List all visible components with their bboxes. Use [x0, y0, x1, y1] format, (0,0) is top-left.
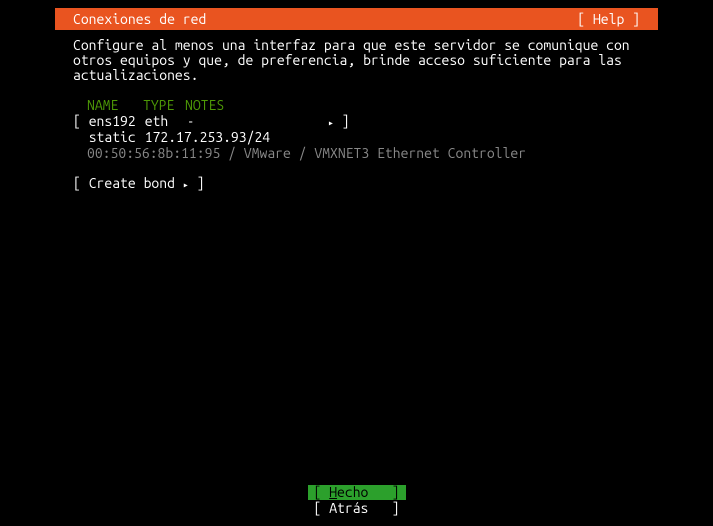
- done-label-hotkey: H: [329, 484, 337, 500]
- back-label: Atrás: [329, 500, 368, 516]
- interface-notes: -: [187, 113, 195, 129]
- interface-row[interactable]: [ ens192eth- ▸ ]: [73, 113, 658, 129]
- bracket-close: ]: [334, 113, 350, 129]
- bracket-open: [: [73, 175, 89, 191]
- bracket-open: [: [73, 113, 89, 129]
- spacer: [195, 113, 328, 129]
- bracket-close: ]: [189, 175, 205, 191]
- bracket-close: ]: [392, 485, 406, 500]
- interface-name: ens192: [89, 113, 145, 129]
- bracket-open: [: [314, 484, 330, 500]
- interface-type: eth: [145, 113, 187, 129]
- create-bond-label: Create bond: [89, 175, 175, 191]
- indent: [73, 129, 89, 145]
- col-header-type: TYPE: [143, 97, 185, 113]
- col-header-name: NAME: [87, 97, 143, 113]
- table-header: NAMETYPENOTES: [87, 97, 658, 113]
- addr-value: 172.17.253.93/24: [145, 129, 270, 145]
- bracket-open: [: [314, 500, 330, 516]
- header-bar: Conexiones de red [ Help ]: [55, 8, 658, 30]
- addr-label: static: [89, 129, 145, 145]
- footer: [ Hecho] [ Atrás]: [0, 484, 713, 516]
- bracket-close: ]: [392, 501, 406, 516]
- description-text: Configure al menos una interfaz para que…: [73, 38, 658, 83]
- back-button[interactable]: [ Atrás]: [308, 501, 406, 516]
- main-content: Configure al menos una interfaz para que…: [73, 38, 658, 191]
- interface-detail: static172.17.253.93/24: [73, 129, 658, 145]
- col-header-notes: NOTES: [185, 97, 224, 113]
- page-title: Conexiones de red: [55, 8, 206, 30]
- create-bond-button[interactable]: [ Create bond ▸ ]: [73, 175, 658, 191]
- interface-hw-info: 00:50:56:8b:11:95 / VMware / VMXNET3 Eth…: [87, 145, 658, 161]
- done-label-rest: echo: [337, 484, 368, 500]
- done-button[interactable]: [ Hecho]: [308, 485, 406, 500]
- help-button[interactable]: [ Help ]: [577, 8, 650, 30]
